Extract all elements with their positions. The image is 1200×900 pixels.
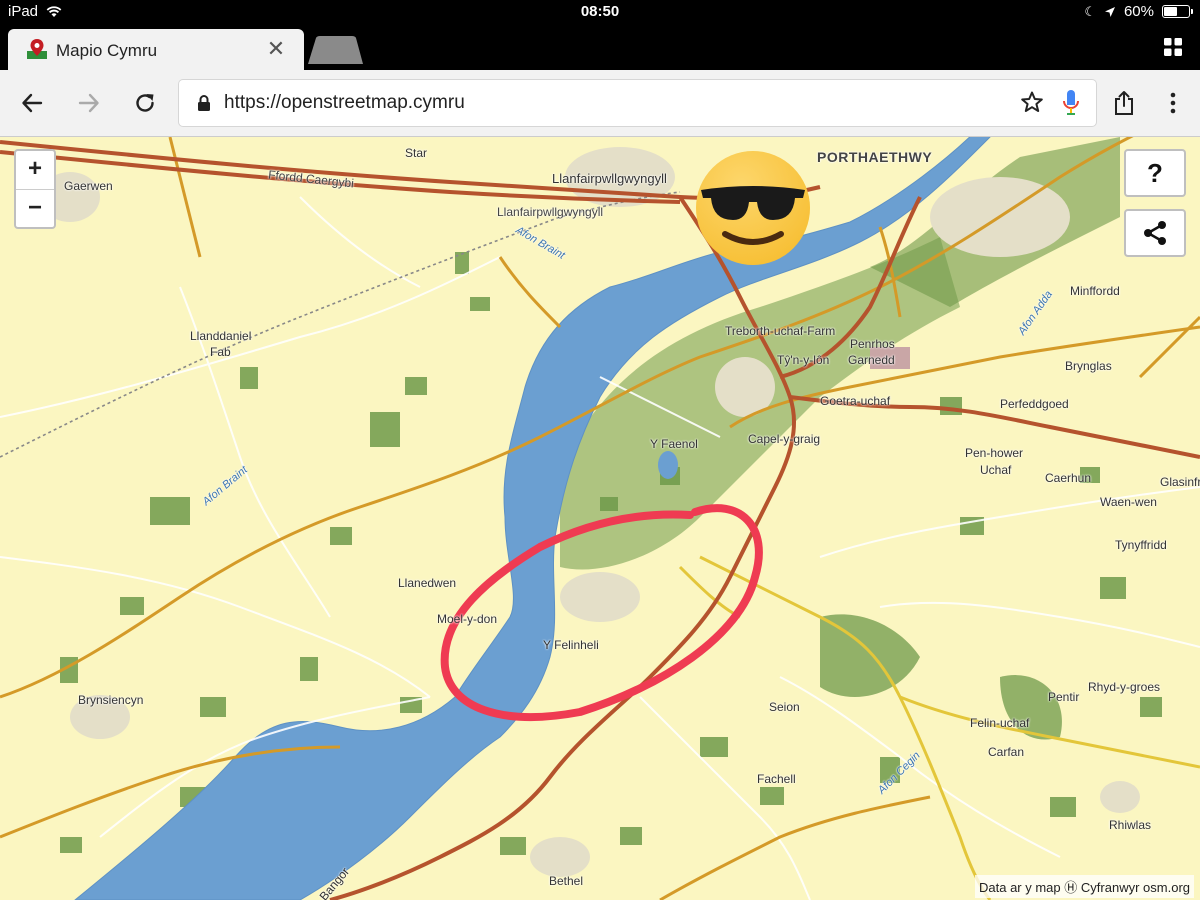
hostel-icon: Ⓗ: [1064, 880, 1078, 895]
road-label: Llanfairpwllgwyngyll: [497, 205, 604, 219]
forward-button[interactable]: [73, 87, 105, 119]
place-label: Brynglas: [1065, 359, 1112, 373]
clock: 08:50: [580, 3, 620, 20]
place-label: Goetra-uchaf: [820, 394, 891, 408]
share-nodes-icon: [1144, 221, 1166, 245]
place-label: Fachell: [757, 772, 796, 786]
map-view[interactable]: PORTHAETHWY Star Gaerwen Ffordd Caergybi…: [0, 137, 1200, 900]
place-label: Glasinfr: [1160, 475, 1200, 489]
attribution-link[interactable]: Cyfranwyr osm.org: [1081, 880, 1190, 895]
place-label: Rhiwlas: [1109, 818, 1152, 832]
place-label: Perfeddgoed: [1000, 397, 1069, 411]
status-bar: iPad 08:50 ☾ 60%: [0, 0, 1200, 24]
tab-bar: Mapio Cymru ✕: [0, 24, 1200, 70]
bookmark-star-icon[interactable]: [1020, 90, 1044, 114]
back-button[interactable]: [16, 87, 48, 119]
place-label: Uchaf: [980, 463, 1012, 477]
share-map-button[interactable]: [1124, 209, 1186, 257]
battery-level: [1164, 7, 1178, 16]
forward-arrow-icon: [78, 93, 99, 113]
more-vertical-icon: [1170, 92, 1176, 114]
place-label: PORTHAETHWY: [817, 149, 933, 165]
place-label: Minffordd: [1070, 284, 1120, 298]
place-label: Felin-uchaf: [970, 716, 1030, 730]
tab-title: Mapio Cymru: [56, 41, 158, 60]
place-label: Llanfairpwllgwyngyll: [552, 171, 667, 186]
new-tab-button[interactable]: [308, 36, 363, 64]
place-label: Tŷ'n-y-lôn: [777, 353, 830, 367]
location-arrow-icon: [1104, 6, 1115, 17]
map-pin-icon: [27, 39, 47, 59]
share-page-button[interactable]: [1108, 87, 1140, 119]
zoom-in-button[interactable]: +: [16, 151, 54, 190]
tab-active[interactable]: Mapio Cymru ✕: [8, 29, 304, 70]
battery-percent: 60%: [1123, 3, 1154, 20]
map-attribution: Data ar y map Ⓗ Cyfranwyr osm.org: [975, 875, 1194, 898]
place-label: Y Felinheli: [543, 638, 599, 652]
place-label: Fab: [210, 345, 231, 359]
place-label: Llanedwen: [398, 576, 457, 590]
zoom-control: + −: [14, 149, 56, 229]
address-bar[interactable]: https://openstreetmap.cymru: [179, 80, 1096, 126]
close-tab-icon[interactable]: ✕: [264, 37, 288, 61]
place-label: Capel-y-graig: [748, 432, 821, 446]
back-arrow-icon: [22, 93, 43, 113]
battery-icon: [1162, 5, 1193, 18]
place-label: Caerhun: [1045, 471, 1092, 485]
lake: [658, 451, 678, 479]
place-label: Treborth-uchaf-Farm: [725, 324, 836, 338]
place-label: Moel-y-don: [437, 612, 498, 626]
place-label: Pen-hower: [965, 446, 1024, 460]
tab-switcher-icon[interactable]: [1164, 38, 1182, 56]
browser-toolbar: https://openstreetmap.cymru: [0, 70, 1200, 137]
place-label: Rhyd-y-groes: [1088, 680, 1161, 694]
reload-icon: [136, 94, 154, 112]
place-label: Penrhos: [850, 337, 895, 351]
zoom-out-button[interactable]: −: [16, 190, 54, 228]
place-label: Llanddaniel: [190, 329, 252, 343]
place-label: Star: [405, 146, 428, 160]
place-label: Gaerwen: [64, 179, 113, 193]
share-icon: [1115, 91, 1133, 115]
lock-icon: [198, 95, 210, 111]
place-label: Carfan: [988, 745, 1025, 759]
attribution-text: Data ar y map: [979, 880, 1061, 895]
url-text: https://openstreetmap.cymru: [224, 92, 465, 113]
moon-icon: ☾: [1084, 3, 1096, 19]
help-button[interactable]: ?: [1124, 149, 1186, 197]
place-label: Pentir: [1048, 690, 1080, 704]
menu-button[interactable]: [1157, 87, 1189, 119]
place-label: Bethel: [549, 874, 584, 888]
place-label: Waen-wen: [1100, 495, 1157, 509]
place-label: Garnedd: [848, 353, 895, 367]
place-label: Seion: [769, 700, 800, 714]
map-tiles: [0, 137, 1200, 900]
reload-button[interactable]: [129, 87, 161, 119]
place-label: Y Faenol: [650, 437, 698, 451]
sunglasses-emoji-icon: [696, 151, 810, 265]
place-label: Tynyffridd: [1115, 538, 1167, 552]
place-label: Brynsiencyn: [78, 693, 144, 707]
microphone-icon[interactable]: [1062, 89, 1080, 117]
